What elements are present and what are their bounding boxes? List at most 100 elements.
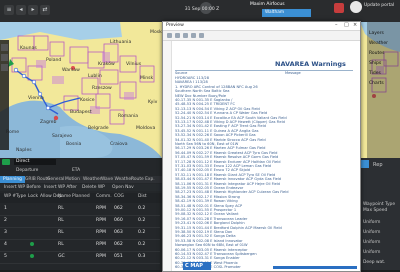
cell-num: 5 xyxy=(4,254,7,259)
right-tool-item[interactable]: Charts xyxy=(369,80,399,88)
preview-window[interactable]: Preview – □ × NAVAREA Warnings Source Me… xyxy=(162,21,361,272)
status-dot xyxy=(30,254,34,258)
route-name-field[interactable]: Direct xyxy=(14,159,56,165)
insert-before-button[interactable]: Insert WP Before xyxy=(4,185,41,190)
col-wp: WP # xyxy=(4,194,17,199)
right-tool-item[interactable]: Ships xyxy=(369,60,399,68)
table-row[interactable]: 2 RL RPM 060 0.2 xyxy=(0,216,160,228)
close-icon[interactable]: × xyxy=(353,22,357,28)
right-tool-item[interactable]: Tides xyxy=(369,70,399,78)
preview-title: Preview xyxy=(166,23,184,28)
zoom-in-icon[interactable] xyxy=(183,33,188,38)
preview-titlebar[interactable]: Preview – □ × xyxy=(163,22,360,31)
status-dot xyxy=(30,242,34,246)
route-icon[interactable]: ⇄ xyxy=(40,5,50,15)
col-waypoint-type: Waypoint Type xyxy=(363,202,396,207)
table-row[interactable]: 3 RL RPM 063 0.2 xyxy=(0,228,160,240)
cell-type: RL xyxy=(58,206,64,211)
update-portal-label[interactable]: Update portal xyxy=(364,3,400,11)
doc-line: 52-54-21 N 003-14 E Excalibur EA ACP Sou… xyxy=(175,115,287,120)
doc-line: 58-27-23 N 001-48 E Maersk Highlander AC… xyxy=(175,190,289,195)
table-row[interactable]: 4 RL RPM 062 0.2 xyxy=(0,240,160,252)
map-label: Romania xyxy=(118,114,139,119)
report-cell: Uniform xyxy=(363,220,381,225)
doc-line: Southern North Sea Baltic Sea xyxy=(175,89,230,94)
map-label: Vienna xyxy=(28,96,44,101)
print-icon[interactable] xyxy=(167,33,172,38)
doc-line: 57-52-11 N 001-18 E Maersk Giant ACP Tyr… xyxy=(175,172,276,177)
table-row[interactable]: 5 GC RPM 051 0.3 xyxy=(0,252,160,264)
map-label: Mosk xyxy=(150,30,162,35)
map-label: Belgrade xyxy=(88,126,109,131)
map-label: Naples xyxy=(16,148,32,153)
zoom-out-icon[interactable] xyxy=(191,33,196,38)
doc-line: 57-40-18 N 002-05 E Ensco 72 ACP Skjold xyxy=(175,168,251,173)
doc-line: 54-01-32 N 001-40 E Marble Sirocco ACP G… xyxy=(175,137,266,142)
doc-line: 58-51-48 N 002-01 E Stena Spey ACP xyxy=(175,203,243,208)
open-nav-button[interactable]: Open Nav xyxy=(112,185,134,190)
doc-line: 59-31-15 N 001-44 E Bredford Dolphin ACP… xyxy=(175,225,282,230)
tab-route-exp[interactable]: Route Exp. xyxy=(128,176,158,183)
map-label: Sarajevo xyxy=(52,134,73,139)
doc-line: 52-24-40 N 002-54 E Yunnans A CP Water G… xyxy=(175,111,268,116)
right-tool-item[interactable]: Routes xyxy=(369,50,399,58)
doc-line: 59-23-41 N 002-06 E Borgland Dolphin xyxy=(175,221,245,226)
cell-num: 4 xyxy=(4,242,7,247)
doc-line: 59-08-32 N 002-12 E Ocean Valiant xyxy=(175,212,239,217)
minimize-icon[interactable]: – xyxy=(335,22,338,28)
page-icon[interactable] xyxy=(199,33,204,38)
save-icon[interactable] xyxy=(175,33,180,38)
departure-label: Departure xyxy=(16,168,39,173)
cell-type: GC xyxy=(58,254,65,259)
table-row[interactable]: 1 RL RPM 062 0.2 xyxy=(0,204,160,216)
right-tool-item[interactable]: Weather xyxy=(369,40,399,48)
map-label: Kraków xyxy=(98,62,115,67)
report-icon[interactable] xyxy=(361,160,369,168)
cell-num: 3 xyxy=(4,230,7,235)
doc-line: 59-53-58 N 002-08 E Island Innovator xyxy=(175,238,243,243)
doc-line: 57-17-28 N 001-12 E Maersk Endurer ACP H… xyxy=(175,159,281,164)
avatar[interactable] xyxy=(350,1,362,13)
zoom-in-icon[interactable] xyxy=(1,44,8,51)
doc-title: NAVAREA Warnings xyxy=(275,60,346,68)
alert-icon[interactable] xyxy=(334,3,344,13)
report-title: Rep xyxy=(373,162,383,168)
right-toolbar: Layers Weather Routes Ships Tides Charts xyxy=(367,22,400,158)
cell-comm: RPM xyxy=(96,230,106,235)
doc-line: 60-06-17 N 003-05 E Maersk Interceptor xyxy=(175,247,248,252)
vessel-button[interactable]: Waltham xyxy=(262,9,311,17)
doc-line: 59-16-07 N 001-28 E Transocean Leader xyxy=(175,216,248,221)
col-type: Type xyxy=(16,194,27,199)
doc-line: 57-05-47 N 001-59 E Maersk Resolve ACP G… xyxy=(175,155,279,160)
map-label: Kosice xyxy=(80,98,95,103)
zoom-out-icon[interactable] xyxy=(1,54,8,61)
menu-icon[interactable]: ≡ xyxy=(4,5,14,15)
forward-icon[interactable]: ▸ xyxy=(28,5,38,15)
cell-cog: 062 xyxy=(114,242,123,247)
doc-line: 56-17-29 N 003-26 E Marten ACP Fulmar Ga… xyxy=(175,146,266,151)
cell-comm: RPM xyxy=(96,254,106,259)
action-bar: Insert WP Before Insert WP After Delete … xyxy=(0,184,162,191)
doc-line: 45-48-53 N 004-25 E TRIDENT FC xyxy=(175,102,235,107)
doc-line: NEW Doc Number Buoy/Pole xyxy=(175,93,227,98)
right-tool-item[interactable]: Layers xyxy=(369,30,399,38)
maximize-icon[interactable]: □ xyxy=(344,22,349,28)
doc-line: NAVAREA I 113/28 xyxy=(175,80,208,85)
doc-line: 59-46-23 N 001-52 E Songa Delta xyxy=(175,234,236,239)
col-max-speed: Max Speed xyxy=(363,208,388,213)
map-label: Kyiv xyxy=(148,100,158,105)
delete-wp-button[interactable]: Delete WP xyxy=(82,185,105,190)
tab-bar: Planning GRIB Route General Motion Weath… xyxy=(0,176,162,183)
measure-icon[interactable] xyxy=(1,64,8,71)
map-label: Lublin xyxy=(88,74,102,79)
back-icon[interactable]: ◂ xyxy=(16,5,26,15)
footer-bar xyxy=(273,266,357,269)
col-comm: Comm. xyxy=(96,194,112,199)
cell-num: 1 xyxy=(4,206,7,211)
insert-after-button[interactable]: Insert WP After xyxy=(44,185,77,190)
col-name: Name xyxy=(58,194,71,199)
doc-line: 1. HYDRO ARC Control of 128BAN NFC Aug 2… xyxy=(175,84,258,89)
doc-line: 60-22-12 N 003-31 E Songa Enabler xyxy=(175,256,240,261)
cell-type: RL xyxy=(58,230,64,235)
route-status-icon xyxy=(2,159,10,165)
